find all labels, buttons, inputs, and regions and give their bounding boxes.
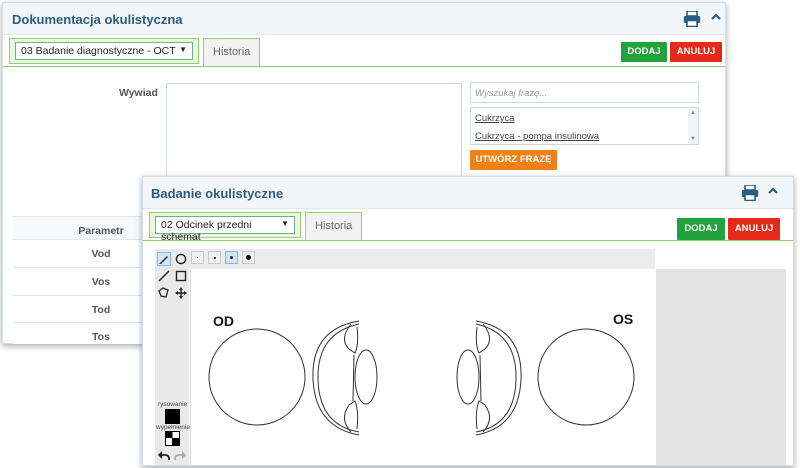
draw-color-swatch[interactable] — [165, 409, 180, 424]
line-icon[interactable] — [158, 270, 170, 282]
print-icon[interactable] — [683, 10, 701, 30]
document-type-select[interactable]: 03 Badanie diagnostyczne - OCT ▼ — [15, 42, 193, 60]
dropdown-arrow-icon: ▼ — [281, 219, 289, 228]
tool-sidebar: rysowanie wypełnienie — [155, 249, 190, 465]
search-input[interactable]: Wyszukaj frazę... — [470, 82, 699, 103]
square-icon[interactable] — [175, 270, 187, 282]
size-l-button[interactable] — [242, 251, 255, 264]
select-tab: 02 Odcinek przedni schemat ▼ — [149, 212, 301, 243]
exam-type-select[interactable]: 02 Odcinek przedni schemat ▼ — [155, 216, 295, 243]
toolbar: 02 Odcinek przedni schemat ▼ Historia DO… — [143, 209, 793, 243]
wywiad-textarea[interactable] — [166, 83, 462, 183]
od-cornea — [312, 320, 360, 436]
size-m-button[interactable] — [225, 251, 238, 264]
os-lens — [456, 349, 480, 405]
brush-size-bar — [187, 249, 655, 269]
os-front-circle — [537, 328, 635, 426]
size-s-button[interactable] — [208, 251, 221, 264]
cancel-button[interactable]: ANULUJ — [670, 42, 722, 62]
select-value: 03 Badanie diagnostyczne - OCT — [21, 45, 176, 57]
panel-title: Badanie okulistyczne — [151, 186, 284, 201]
suggestion-item[interactable]: Cukrzyca - pompa insulinowa — [475, 131, 599, 142]
wywiad-label: Wywiad — [119, 87, 158, 99]
panel-title: Dokumentacja okulistyczna — [12, 12, 183, 27]
suggestion-item[interactable]: Cukrzyca — [475, 113, 515, 124]
toolbar: 03 Badanie diagnostyczne - OCT ▼ Histori… — [3, 35, 725, 67]
create-phrase-button[interactable]: UTWÓRZ FRAZĘ — [470, 150, 557, 170]
tab-historia[interactable]: Historia — [203, 38, 261, 66]
select-value: 02 Odcinek przedni schemat — [161, 219, 252, 243]
move-icon[interactable] — [175, 287, 187, 299]
od-lens — [354, 349, 378, 405]
suggestion-scrollbar[interactable]: ▲ ▼ — [688, 108, 698, 144]
panel-header: Dokumentacja okulistyczna — [3, 3, 725, 35]
search-placeholder: Wyszukaj frazę... — [475, 88, 548, 99]
panel-badanie: Badanie okulistyczne 02 Odcinek przedni … — [142, 176, 794, 466]
fill-color-swatch[interactable] — [165, 431, 180, 446]
collapse-up-icon[interactable] — [768, 186, 778, 198]
dropdown-arrow-icon: ▼ — [179, 45, 187, 54]
panel-header: Badanie okulistyczne — [143, 177, 793, 209]
scroll-up-icon[interactable]: ▲ — [690, 110, 696, 116]
eye-schematic — [208, 320, 635, 436]
undo-icon[interactable] — [158, 450, 170, 464]
add-button[interactable]: DODAJ — [677, 218, 725, 240]
add-button[interactable]: DODAJ — [621, 42, 667, 62]
pencil-icon[interactable] — [157, 252, 171, 266]
scroll-down-icon[interactable]: ▼ — [690, 136, 696, 142]
cancel-button[interactable]: ANULUJ — [728, 218, 780, 240]
select-tab: 03 Badanie diagnostyczne - OCT ▼ — [9, 38, 199, 64]
os-cornea — [475, 320, 522, 436]
draw-color-label: rysowanie — [158, 401, 188, 408]
collapse-up-icon[interactable] — [711, 12, 721, 24]
suggestion-list: Cukrzyca Cukrzyca - pompa insulinowa ▲ ▼ — [470, 107, 699, 145]
fill-color-label: wypełnienie — [156, 424, 190, 431]
drawing-canvas[interactable]: OD OS — [190, 269, 655, 465]
print-icon[interactable] — [741, 184, 759, 204]
size-xs-button[interactable] — [191, 251, 204, 264]
tab-historia[interactable]: Historia — [305, 212, 363, 240]
polygon-icon[interactable] — [158, 287, 170, 299]
canvas-gray-area — [656, 269, 786, 465]
od-front-circle — [208, 328, 306, 426]
circle-icon[interactable] — [175, 253, 187, 265]
redo-icon[interactable] — [174, 450, 186, 464]
